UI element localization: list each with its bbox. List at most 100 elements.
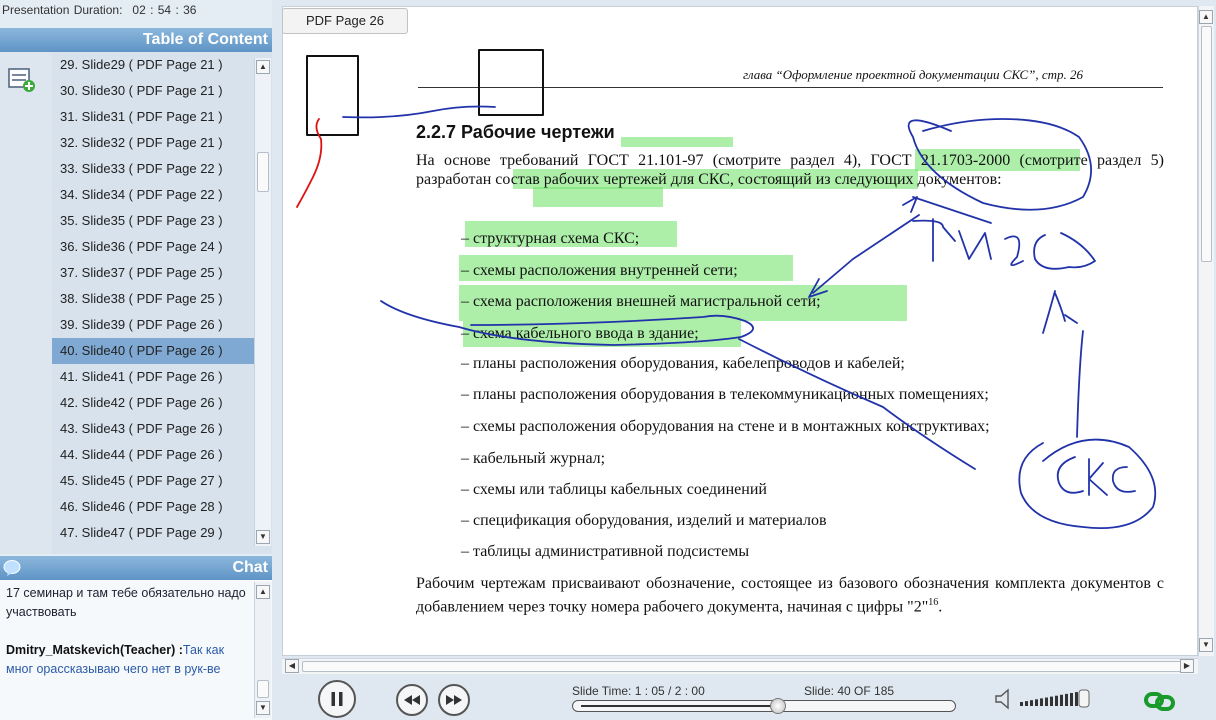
toc-item[interactable]: 34. Slide34 ( PDF Page 22 )	[52, 182, 254, 208]
toc-item[interactable]: 41. Slide41 ( PDF Page 26 )	[52, 364, 254, 390]
chat-scrollbar[interactable]: ▲ ▼	[254, 582, 271, 718]
scroll-left-icon[interactable]: ◀	[285, 659, 299, 673]
volume-bar	[1055, 695, 1058, 706]
toc-item[interactable]: 35. Slide35 ( PDF Page 23 )	[52, 208, 254, 234]
presentation-duration: Presentation Duration: 02 : 54 : 36	[0, 0, 272, 26]
toc-icon-column	[0, 52, 52, 554]
toc-item[interactable]: 39. Slide39 ( PDF Page 26 )	[52, 312, 254, 338]
toc-list: 29. Slide29 ( PDF Page 21 ) 30. Slide30 (…	[52, 52, 254, 544]
volume-bar	[1050, 696, 1053, 706]
toc-item[interactable]: 33. Slide33 ( PDF Page 22 )	[52, 156, 254, 182]
red-ink-stroke	[296, 118, 323, 208]
volume-bar	[1070, 693, 1073, 706]
toc-item[interactable]: 40. Slide40 ( PDF Page 26 )	[52, 338, 254, 364]
outro-text: Рабочим чертежам присваивают обозначение…	[416, 575, 1164, 616]
volume-bar	[1020, 702, 1023, 706]
pdf-page-tab[interactable]: PDF Page 26	[282, 8, 408, 34]
document-list-item: – планы расположения оборудования, кабел…	[461, 355, 905, 372]
toc-item[interactable]: 36. Slide36 ( PDF Page 24 )	[52, 234, 254, 260]
toc-item[interactable]: 46. Slide46 ( PDF Page 28 )	[52, 494, 254, 520]
drawn-box	[478, 49, 544, 116]
slide-counter: Slide: 40 OF 185	[804, 684, 895, 698]
rewind-button[interactable]	[396, 684, 428, 716]
viewer-scroll-thumb-v[interactable]	[1201, 26, 1212, 262]
toc-item[interactable]: 30. Slide30 ( PDF Page 21 )	[52, 78, 254, 104]
document-list-item: – схемы расположения внутренней сети;	[461, 262, 738, 279]
document-list-item: – схемы или таблицы кабельных соединений	[461, 481, 767, 498]
outro-end: .	[938, 598, 943, 616]
intro-paragraph: На основе требований ГОСТ 21.101-97 (смо…	[416, 152, 1164, 188]
volume-bar	[1065, 693, 1068, 706]
scroll-down-icon[interactable]: ▼	[1199, 638, 1213, 652]
volume-bar	[1075, 692, 1078, 706]
connection-link-icon	[1144, 692, 1175, 711]
toc-item[interactable]: 32. Slide32 ( PDF Page 21 )	[52, 130, 254, 156]
toc-item[interactable]: 47. Slide47 ( PDF Page 29 )	[52, 520, 254, 544]
scroll-up-icon[interactable]: ▲	[256, 585, 270, 599]
scroll-down-icon[interactable]: ▼	[256, 530, 270, 544]
volume-knob[interactable]	[1078, 689, 1090, 708]
volume-slider[interactable]	[1020, 688, 1102, 710]
document-list-item: – спецификация оборудования, изделий и м…	[461, 512, 827, 529]
scroll-up-icon[interactable]: ▲	[256, 60, 270, 74]
toc-item[interactable]: 42. Slide42 ( PDF Page 26 )	[52, 390, 254, 416]
chat-panel: 17 семинар и там тебе обязательно надо у…	[0, 580, 272, 720]
toc-header: Table of Content	[0, 28, 272, 52]
scroll-up-icon[interactable]: ▲	[1199, 10, 1213, 24]
chat-scroll-thumb[interactable]	[257, 680, 269, 698]
slide-time: Slide Time: 1 : 05 / 2 : 00	[572, 684, 705, 698]
volume-bar	[1060, 694, 1063, 706]
scroll-down-icon[interactable]: ▼	[256, 701, 270, 715]
toc-item[interactable]: 31. Slide31 ( PDF Page 21 )	[52, 104, 254, 130]
pause-icon	[331, 692, 343, 706]
pdf-page: глава “Оформление проектной документации…	[283, 7, 1197, 655]
document-list-item: – структурная схема СКС;	[461, 230, 640, 247]
pause-button[interactable]	[318, 680, 356, 718]
player-bar: Slide Time: 1 : 05 / 2 : 00 Slide: 40 OF…	[282, 676, 1216, 720]
viewer-vertical-scrollbar[interactable]: ▲ ▼	[1198, 6, 1214, 656]
toc-panel: 29. Slide29 ( PDF Page 21 ) 30. Slide30 (…	[0, 52, 272, 554]
add-bookmark-icon[interactable]	[7, 64, 37, 94]
fast-forward-button[interactable]	[438, 684, 470, 716]
scroll-right-icon[interactable]: ▶	[1180, 659, 1194, 673]
chat-header: Chat	[0, 556, 272, 580]
footnote-ref: 16	[928, 597, 939, 608]
section-title: 2.2.7 Рабочие чертежи	[416, 122, 615, 142]
toc-scrollbar[interactable]: ▲ ▼	[254, 58, 271, 546]
chat-author: Dmitry_Matskevich(Teacher) :	[6, 643, 183, 657]
speaker-icon[interactable]	[994, 688, 1014, 710]
left-panel: Presentation Duration: 02 : 54 : 36 Table…	[0, 0, 272, 720]
toc-item[interactable]: 44. Slide44 ( PDF Page 26 )	[52, 442, 254, 468]
chat-message: Dmitry_Matskevich(Teacher) :Так как мног…	[6, 641, 246, 679]
duration-value: 02 : 54 : 36	[132, 3, 197, 17]
toc-scroll-thumb[interactable]	[257, 152, 269, 192]
toc-item[interactable]: 29. Slide29 ( PDF Page 21 )	[52, 52, 254, 78]
toc-title: Table of Content	[142, 31, 268, 48]
toc-item[interactable]: 37. Slide37 ( PDF Page 25 )	[52, 260, 254, 286]
progress-knob[interactable]	[769, 698, 786, 714]
volume-bar	[1030, 700, 1033, 706]
document-list-item: – схема кабельного ввода в здание;	[461, 325, 699, 342]
progress-slider[interactable]	[572, 698, 956, 714]
progress-fill	[581, 705, 780, 707]
pdf-page-label: PDF Page 26	[305, 13, 385, 28]
highlight	[621, 137, 733, 147]
document-list-item: – схемы расположения оборудования на сте…	[461, 418, 990, 435]
volume-bar	[1025, 701, 1028, 706]
chat-title: Chat	[232, 559, 268, 576]
header-rule	[418, 87, 1163, 88]
fast-forward-icon	[446, 695, 462, 705]
drawn-box	[306, 55, 359, 136]
volume-bar	[1040, 698, 1043, 706]
chat-log: 17 семинар и там тебе обязательно надо у…	[6, 584, 246, 679]
toc-item[interactable]: 38. Slide38 ( PDF Page 25 )	[52, 286, 254, 312]
document-list-item: – планы расположения оборудования в теле…	[461, 386, 989, 403]
viewer-scroll-thumb-h[interactable]	[302, 661, 1182, 672]
slide-viewer: глава “Оформление проектной документации…	[282, 6, 1198, 656]
viewer-horizontal-scrollbar[interactable]: ◀ ▶	[282, 658, 1198, 674]
document-list-item: – таблицы административной подсистемы	[461, 543, 750, 560]
toc-item[interactable]: 43. Slide43 ( PDF Page 26 )	[52, 416, 254, 442]
chat-bubble-icon	[3, 560, 21, 576]
toc-item[interactable]: 45. Slide45 ( PDF Page 27 )	[52, 468, 254, 494]
document-list-item: – кабельный журнал;	[461, 450, 606, 467]
